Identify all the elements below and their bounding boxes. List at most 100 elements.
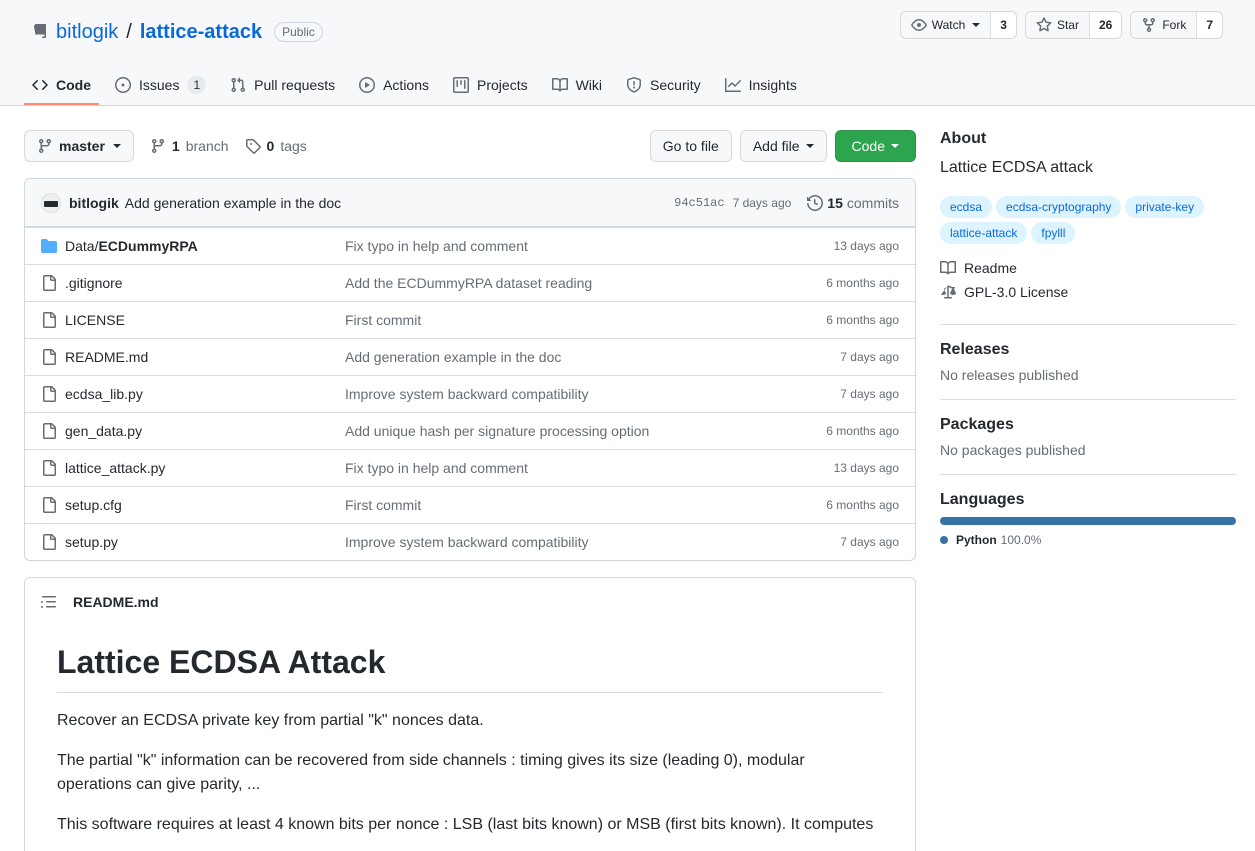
watch-button-group[interactable]: Watch 3 — [900, 11, 1017, 39]
pr-icon — [230, 77, 246, 93]
table-row[interactable]: Data/ECDummyRPA Fix typo in help and com… — [25, 227, 915, 264]
commit-message[interactable]: Add generation example in the doc — [125, 195, 341, 211]
file-commit-message[interactable]: Add generation example in the doc — [345, 349, 840, 365]
tab-wiki[interactable]: Wiki — [544, 69, 610, 105]
file-commit-message[interactable]: Fix typo in help and comment — [345, 460, 834, 476]
topic-tag[interactable]: ecdsa — [940, 196, 992, 218]
language-color-dot — [940, 536, 948, 544]
fork-button-group[interactable]: Fork 7 — [1130, 11, 1223, 39]
project-icon — [453, 77, 469, 93]
readme-paragraph: Recover an ECDSA private key from partia… — [57, 709, 883, 733]
tags-link[interactable]: 0 tags — [245, 138, 307, 154]
watch-count[interactable]: 3 — [990, 12, 1016, 38]
file-commit-message[interactable]: Improve system backward compatibility — [345, 534, 840, 550]
topic-tag[interactable]: lattice-attack — [940, 222, 1027, 244]
file-age: 7 days ago — [840, 387, 899, 401]
table-row[interactable]: LICENSE First commit 6 months ago — [25, 301, 915, 338]
file-name[interactable]: README.md — [65, 349, 345, 365]
file-name[interactable]: lattice_attack.py — [65, 460, 345, 476]
license-link[interactable]: GPL-3.0 License — [940, 284, 1236, 300]
file-nav-actions: Go to file Add file Code — [650, 130, 916, 162]
table-row[interactable]: README.md Add generation example in the … — [25, 338, 915, 375]
add-file-label: Add file — [753, 138, 800, 154]
table-row[interactable]: setup.py Improve system backward compati… — [25, 523, 915, 560]
repo-name-link[interactable]: lattice-attack — [140, 21, 262, 44]
topic-tag[interactable]: fpylll — [1031, 222, 1075, 244]
latest-commit-bar: bitlogik Add generation example in the d… — [25, 179, 915, 227]
language-legend[interactable]: Python 100.0% — [940, 533, 1236, 547]
table-row[interactable]: gen_data.py Add unique hash per signatur… — [25, 412, 915, 449]
table-row[interactable]: lattice_attack.py Fix typo in help and c… — [25, 449, 915, 486]
table-row[interactable]: .gitignore Add the ECDummyRPA dataset re… — [25, 264, 915, 301]
history-icon — [807, 195, 823, 211]
file-name[interactable]: Data/ECDummyRPA — [65, 238, 345, 254]
license-link-label: GPL-3.0 License — [964, 284, 1068, 300]
file-commit-message[interactable]: Add unique hash per signature processing… — [345, 423, 826, 439]
chevron-down-icon — [113, 144, 121, 148]
readme-box: README.md Lattice ECDSA Attack Recover a… — [24, 577, 916, 851]
file-icon — [41, 349, 57, 365]
file-name[interactable]: LICENSE — [65, 312, 345, 328]
branches-link[interactable]: 1 branch — [150, 138, 229, 154]
file-name[interactable]: ecdsa_lib.py — [65, 386, 345, 402]
tab-insights-label: Insights — [749, 77, 797, 93]
about-title: About — [940, 130, 1236, 148]
file-commit-message[interactable]: Add the ECDummyRPA dataset reading — [345, 275, 826, 291]
table-row[interactable]: setup.cfg First commit 6 months ago — [25, 486, 915, 523]
repo-separator: / — [126, 21, 132, 44]
tab-security[interactable]: Security — [618, 69, 709, 105]
topic-tag[interactable]: ecdsa-cryptography — [996, 196, 1121, 218]
commit-author[interactable]: bitlogik — [69, 195, 119, 211]
file-commit-message[interactable]: First commit — [345, 312, 826, 328]
file-commit-message[interactable]: First commit — [345, 497, 826, 513]
about-section: About Lattice ECDSA attack ecdsa ecdsa-c… — [940, 130, 1236, 324]
language-bar — [940, 517, 1236, 525]
add-file-button[interactable]: Add file — [740, 130, 827, 162]
fork-button[interactable]: Fork — [1131, 12, 1196, 38]
branch-name: master — [59, 138, 105, 154]
tab-projects[interactable]: Projects — [445, 69, 536, 105]
file-icon — [41, 386, 57, 402]
repo-nav-tabs: Code Issues 1 Pull requests Actions — [24, 69, 805, 105]
tab-pull-requests[interactable]: Pull requests — [222, 69, 343, 105]
language-name: Python — [956, 533, 997, 547]
branch-icon — [150, 138, 166, 154]
watch-label: Watch — [932, 18, 966, 32]
visibility-badge: Public — [274, 22, 323, 42]
repo-owner-link[interactable]: bitlogik — [56, 21, 118, 44]
tab-code[interactable]: Code — [24, 69, 99, 105]
file-commit-message[interactable]: Improve system backward compatibility — [345, 386, 840, 402]
go-to-file-button[interactable]: Go to file — [650, 130, 732, 162]
dir-prefix: Data/ — [65, 238, 98, 254]
chevron-down-icon — [891, 144, 899, 148]
star-button-group[interactable]: Star 26 — [1025, 11, 1122, 39]
file-name[interactable]: setup.cfg — [65, 497, 345, 513]
watch-button[interactable]: Watch — [901, 12, 991, 38]
table-row[interactable]: ecdsa_lib.py Improve system backward com… — [25, 375, 915, 412]
readme-link[interactable]: Readme — [940, 260, 1236, 276]
repo-header: bitlogik / lattice-attack Public Watch 3… — [0, 0, 1255, 106]
file-age: 6 months ago — [826, 498, 899, 512]
file-commit-message[interactable]: Fix typo in help and comment — [345, 238, 834, 254]
file-age: 7 days ago — [840, 535, 899, 549]
file-name[interactable]: setup.py — [65, 534, 345, 550]
list-unordered-icon[interactable] — [41, 594, 57, 610]
file-name[interactable]: gen_data.py — [65, 423, 345, 439]
fork-count[interactable]: 7 — [1196, 12, 1222, 38]
file-name[interactable]: .gitignore — [65, 275, 345, 291]
about-description: Lattice ECDSA attack — [940, 156, 1236, 180]
tab-actions[interactable]: Actions — [351, 69, 437, 105]
star-count[interactable]: 26 — [1089, 12, 1121, 38]
topic-tag[interactable]: private-key — [1125, 196, 1204, 218]
branch-selector-button[interactable]: master — [24, 130, 134, 162]
book-icon — [552, 77, 568, 93]
tags-label: tags — [280, 138, 306, 154]
commit-sha[interactable]: 94c51ac — [674, 196, 724, 210]
language-bar-segment[interactable] — [940, 517, 1236, 525]
tab-insights[interactable]: Insights — [717, 69, 805, 105]
commits-history-link[interactable]: 15 commits — [807, 195, 899, 211]
code-button[interactable]: Code — [835, 130, 916, 162]
star-button[interactable]: Star — [1026, 12, 1089, 38]
packages-section: Packages No packages published — [940, 399, 1236, 474]
tab-issues[interactable]: Issues 1 — [107, 69, 214, 105]
